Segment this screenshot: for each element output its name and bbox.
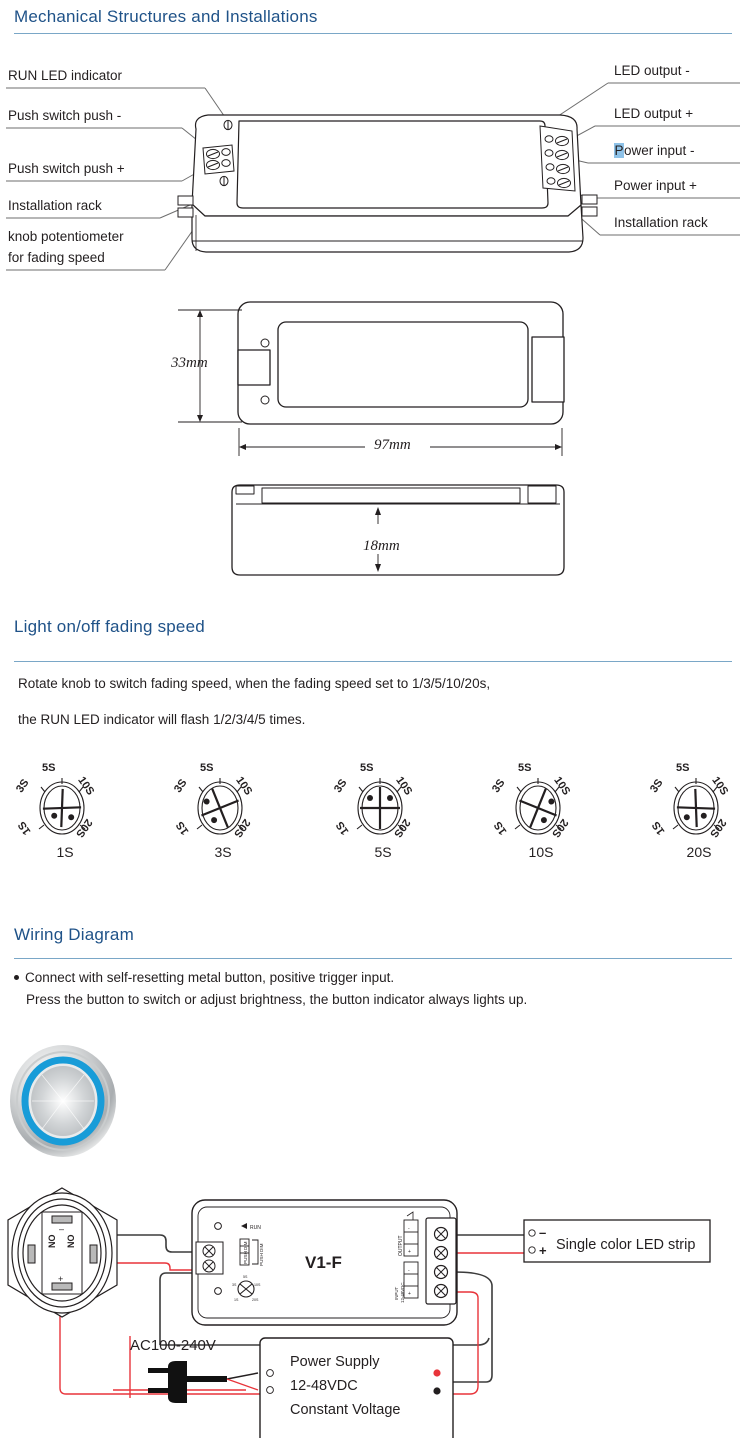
knob-tick-5s: 5S: [360, 762, 374, 774]
wiring-bullet-1-text: Connect with self-resetting metal button…: [25, 970, 395, 985]
controller-input-label: INPUT: [394, 1287, 399, 1300]
metal-button-illustration: [10, 1045, 116, 1157]
fading-paragraph-2: the RUN LED indicator will flash 1/2/3/4…: [18, 712, 306, 727]
knob-tick-5s: 5S: [676, 762, 690, 774]
controller-push-dim-left: PUSH DIM: [243, 1241, 248, 1264]
knob-tick-3s: 3S: [171, 777, 190, 795]
button-terminal-plus: +: [58, 1274, 63, 1284]
knob-tick-3s: 3S: [647, 777, 666, 795]
wiring-schematic: NO NO – + RUN PUSH DIM PUSH DIM 5S 3S 1S 1…: [7, 1187, 711, 1438]
fading-speed-title: Light on/off fading speed: [14, 617, 205, 636]
svg-text:+: +: [408, 1249, 411, 1255]
knob-diagram-5s: 5S 10S 20S 1S 3S 5S: [318, 762, 448, 870]
controller-push-dim-right: PUSH DIM: [259, 1243, 264, 1266]
knob-tick-1s: 1S: [491, 819, 510, 837]
wiring-bullet-2: Press the button to switch or adjust bri…: [26, 992, 528, 1007]
knob-caption-20s: 20S: [686, 844, 712, 860]
knob-diagram-1s: 5S 10S 20S 1S 3S 1S: [0, 762, 130, 870]
dimension-thickness: 18mm: [363, 538, 400, 554]
button-terminal-minus: –: [59, 1224, 64, 1234]
fading-divider: [14, 661, 732, 662]
knob-caption-10s: 10S: [528, 844, 554, 860]
dimension-height: 33mm: [171, 355, 208, 371]
knob-tick-3s: 3S: [331, 777, 350, 795]
svg-text:20S: 20S: [252, 1298, 259, 1302]
svg-text:10S: 10S: [254, 1283, 261, 1287]
controller-model-label: V1-F: [305, 1253, 342, 1272]
controller-input-voltage-label: 12-48VDC: [400, 1283, 405, 1304]
button-terminal-no-2: NO: [66, 1235, 76, 1249]
led-strip-terminal-minus: –: [539, 1225, 546, 1240]
knob-tick-1s: 1S: [173, 819, 192, 837]
knob-tick-5s: 5S: [200, 762, 214, 774]
wiring-divider: [14, 958, 732, 959]
device-3d-drawing: [6, 82, 740, 271]
psu-line-1: Power Supply: [290, 1354, 380, 1370]
svg-text:3S: 3S: [232, 1283, 237, 1287]
knob-tick-1s: 1S: [15, 819, 34, 837]
knob-tick-1s: 1S: [649, 819, 668, 837]
knob-tick-3s: 3S: [489, 777, 508, 795]
knob-diagram-10s: 5S 10S 20S 1S 3S 10S: [476, 762, 606, 870]
dimension-length: 97mm: [374, 437, 411, 453]
knob-caption-5s: 5S: [374, 844, 392, 860]
led-strip-terminal-plus: +: [539, 1243, 547, 1258]
knob-tick-5s: 5S: [518, 762, 532, 774]
bullet-dot-icon: [14, 974, 19, 980]
knob-tick-1s: 1S: [333, 819, 352, 837]
psu-line-3: Constant Voltage: [290, 1402, 400, 1418]
svg-text:5S: 5S: [243, 1275, 248, 1279]
svg-text:+: +: [408, 1291, 411, 1297]
button-terminal-no-1: NO: [47, 1235, 57, 1249]
controller-run-label: RUN: [250, 1225, 261, 1231]
knob-caption-1s: 1S: [56, 844, 74, 860]
page-title: Mechanical Structures and Installations: [14, 7, 318, 26]
fading-paragraph-1: Rotate knob to switch fading speed, when…: [18, 676, 491, 691]
wiring-diagram-title: Wiring Diagram: [14, 925, 134, 944]
knob-diagram-20s: 5S 10S 20S 1S 3S 20S: [634, 762, 746, 870]
led-strip-label: Single color LED strip: [556, 1237, 695, 1253]
ac-input-label: AC100-240V: [130, 1337, 216, 1354]
knob-tick-5s: 5S: [42, 762, 56, 774]
controller-output-label: OUTPUT: [398, 1235, 404, 1256]
knob-diagram-3s: 5S 10S 20S 1S 3S 3S: [158, 762, 288, 870]
psu-line-2: 12-48VDC: [290, 1378, 358, 1394]
mechanical-divider: [14, 33, 732, 34]
svg-text:1S: 1S: [234, 1298, 239, 1302]
knob-tick-3s: 3S: [13, 777, 32, 795]
wiring-bullet-1: Connect with self-resetting metal button…: [14, 970, 394, 985]
knob-caption-3s: 3S: [214, 844, 232, 860]
